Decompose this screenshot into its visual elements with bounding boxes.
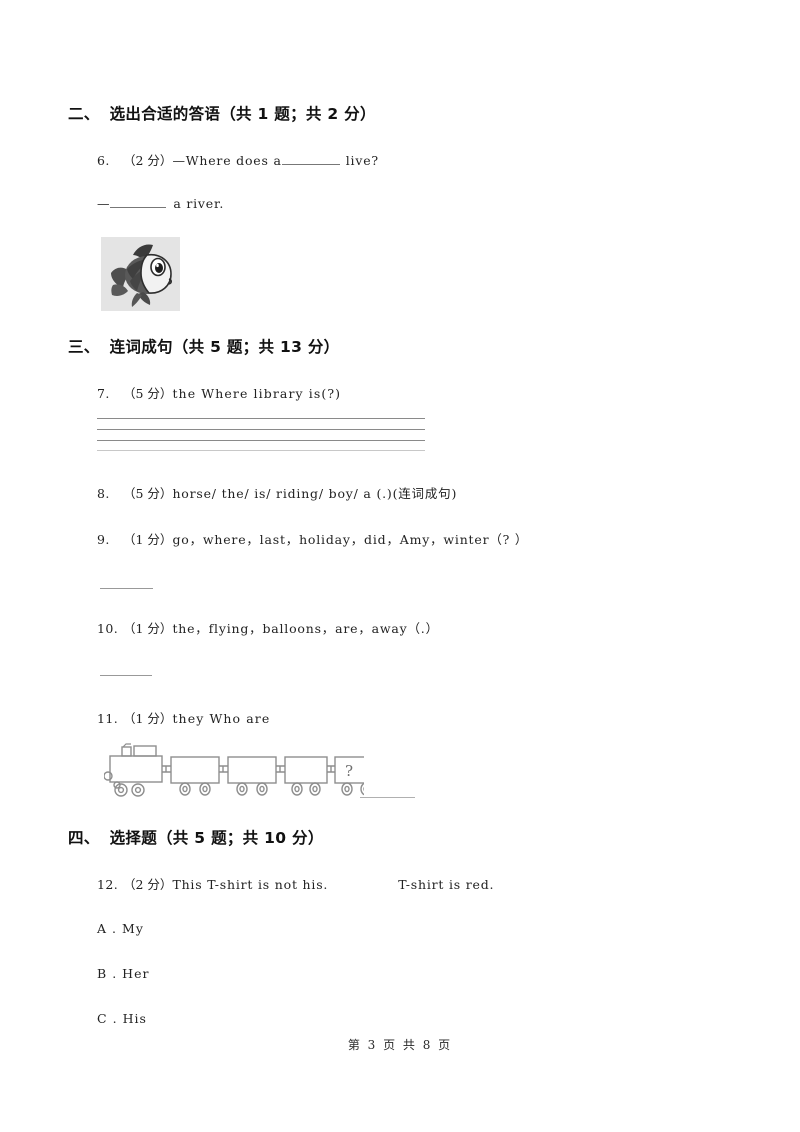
question-7-text: the Where library is(?) <box>172 386 342 401</box>
section-number: 四、 <box>68 829 100 847</box>
question-12-number: 12. <box>97 877 119 892</box>
question-11-score: （1 分） <box>123 711 173 726</box>
ruler-line-3 <box>97 440 425 441</box>
fish-illustration <box>101 237 180 311</box>
section-heading-3: 三、 连词成句（共 5 题；共 13 分） <box>68 335 339 357</box>
question-7-number: 7. <box>97 386 110 401</box>
train-car-question-mark: ? <box>345 762 353 780</box>
question-12-score: （2 分） <box>123 877 173 892</box>
question-8-number: 8. <box>97 486 110 501</box>
section-heading-4: 四、 选择题（共 5 题；共 10 分） <box>68 826 324 848</box>
section-title: 连词成句（共 5 题；共 13 分） <box>109 338 340 356</box>
option-label: His <box>122 1011 147 1026</box>
page-footer: 第 3 页 共 8 页 <box>347 1038 453 1052</box>
question-9-score: （1 分） <box>123 532 173 547</box>
question-11-number: 11. <box>97 711 119 726</box>
question-7-score: （5 分） <box>123 386 173 401</box>
option-letter: C <box>97 1011 108 1026</box>
question-12-option-c[interactable]: C. His <box>97 1011 147 1026</box>
question-6-blank-1[interactable] <box>281 164 340 165</box>
question-10-answer-blank[interactable] <box>100 675 152 676</box>
question-11-answer-blank[interactable] <box>360 797 415 798</box>
question-8-line: 8. （5 分）horse/ the/ is/ riding/ boy/ a (.… <box>97 483 457 502</box>
writing-ruler-q7[interactable] <box>97 418 425 452</box>
question-12-line: 12. （2 分）This T-shirt is not his. T-shirt … <box>97 874 494 893</box>
option-letter: A <box>97 921 108 936</box>
question-6-line: 6. （2 分）—Where does a live? <box>97 150 379 169</box>
question-12-option-b[interactable]: B. Her <box>97 966 149 981</box>
section-number: 三、 <box>68 338 100 356</box>
option-dot: . <box>112 1011 118 1026</box>
question-9-number: 9. <box>97 532 110 547</box>
question-12-option-a[interactable]: A. My <box>97 921 144 936</box>
question-10-line: 10. （1 分）the，flying，balloons，are，away（.） <box>97 618 439 637</box>
ruler-line-4 <box>97 450 425 451</box>
question-6-score: （2 分） <box>123 153 173 168</box>
question-6-answer-prefix: — <box>97 196 111 211</box>
question-6-answer-line: — a river. <box>97 196 224 211</box>
section-title: 选择题（共 5 题；共 10 分） <box>109 829 324 847</box>
section-number: 二、 <box>68 105 100 123</box>
question-6-blank-2[interactable] <box>110 207 167 208</box>
question-12-text-after: T-shirt is red. <box>398 877 495 892</box>
question-6-text-after: live? <box>345 153 379 168</box>
ruler-line-2 <box>97 429 425 430</box>
option-label: My <box>122 921 144 936</box>
option-label: Her <box>122 966 150 981</box>
question-10-number: 10. <box>97 621 119 636</box>
question-6-answer-after: a river. <box>173 196 225 211</box>
exam-page: 二、 选出合适的答语（共 1 题；共 2 分） 6. （2 分）—Where doe… <box>0 0 800 1132</box>
train-icon: ? <box>104 743 364 797</box>
question-11-line: 11. （1 分）they Who are <box>97 708 270 727</box>
option-dot: . <box>112 921 118 936</box>
fish-icon <box>101 237 180 311</box>
option-letter: B <box>97 966 108 981</box>
question-9-text: go，where，last，holiday，did，Amy，winter（? ） <box>172 532 529 547</box>
question-12-text-before: This T-shirt is not his. <box>172 877 329 892</box>
question-9-answer-blank[interactable] <box>100 588 153 589</box>
question-6-text-before: —Where does a <box>172 153 282 168</box>
section-title: 选出合适的答语（共 1 题；共 2 分） <box>109 105 376 123</box>
section-heading-2: 二、 选出合适的答语（共 1 题；共 2 分） <box>68 102 376 124</box>
question-8-text: horse/ the/ is/ riding/ boy/ a (.)(连词成句) <box>172 486 458 501</box>
train-illustration: ? <box>104 742 364 800</box>
question-10-score: （1 分） <box>123 621 173 636</box>
question-10-text: the，flying，balloons，are，away（.） <box>172 621 439 636</box>
ruler-line-1 <box>97 418 425 419</box>
question-7-line: 7. （5 分）the Where library is(?) <box>97 383 341 402</box>
option-dot: . <box>112 966 118 981</box>
question-9-line: 9. （1 分）go，where，last，holiday，did，Amy，win… <box>97 529 528 548</box>
question-6-number: 6. <box>97 153 110 168</box>
question-11-text: they Who are <box>172 711 271 726</box>
question-8-score: （5 分） <box>123 486 173 501</box>
